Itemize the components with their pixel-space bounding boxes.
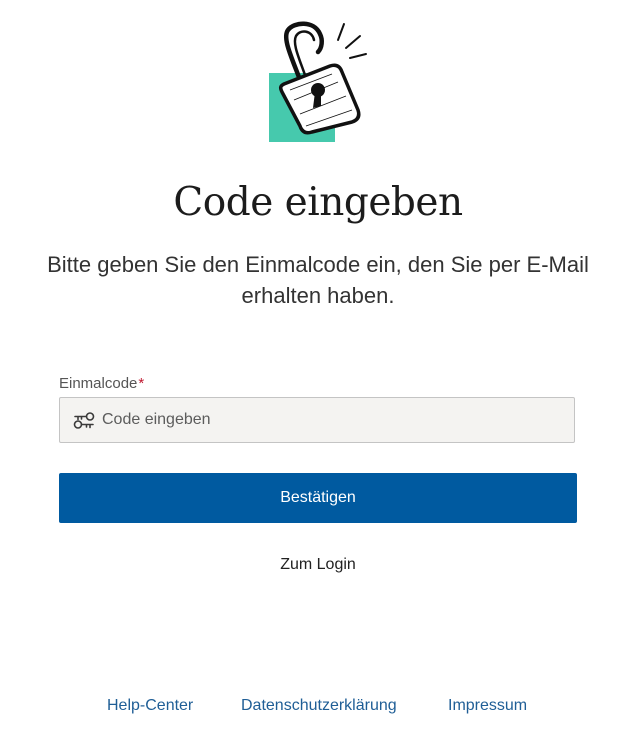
confirm-button[interactable]: Bestätigen bbox=[59, 473, 577, 523]
footer-link-privacy[interactable]: Datenschutzerklärung bbox=[241, 697, 397, 715]
back-to-login: Zum Login bbox=[0, 556, 636, 574]
footer-link-imprint[interactable]: Impressum bbox=[448, 697, 527, 715]
unlocked-padlock-icon bbox=[262, 18, 372, 148]
page-title: Code eingeben bbox=[173, 180, 463, 225]
code-field-label: Einmalcode* bbox=[59, 375, 144, 392]
key-icon bbox=[73, 411, 95, 431]
back-to-login-link[interactable]: Zum Login bbox=[280, 556, 356, 573]
footer-link-help-center[interactable]: Help-Center bbox=[107, 697, 193, 715]
code-input[interactable] bbox=[102, 398, 562, 442]
code-input-container[interactable] bbox=[59, 397, 575, 443]
required-marker: * bbox=[138, 375, 145, 392]
code-field-label-text: Einmalcode bbox=[59, 375, 138, 392]
page-subtitle: Bitte geben Sie den Einmalcode ein, den … bbox=[47, 252, 589, 308]
